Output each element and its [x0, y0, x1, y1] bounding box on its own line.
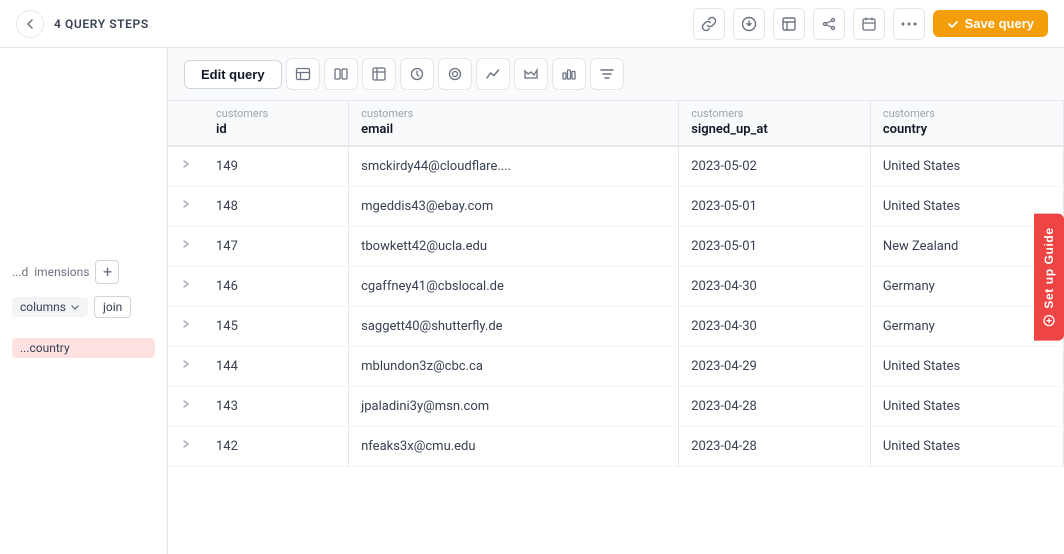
col-header-signed-up-at: customers signed_up_at [679, 101, 871, 146]
country-filter-pill[interactable]: ...country [12, 338, 155, 358]
donut-chart-button[interactable] [438, 58, 472, 90]
link-icon-button[interactable] [693, 8, 725, 40]
cell-signed_up_at: 2023-05-01 [679, 226, 871, 266]
cell-id: 148 [204, 186, 349, 226]
bar-chart-button[interactable] [552, 58, 586, 90]
row-expand-cell[interactable] [168, 226, 204, 266]
cell-country: United States [870, 386, 1063, 426]
cell-email: smckirdy44@cloudflare.... [349, 146, 679, 186]
pivot-button[interactable] [362, 58, 396, 90]
schedule-button[interactable] [853, 8, 885, 40]
cell-id: 147 [204, 226, 349, 266]
cell-signed_up_at: 2023-04-28 [679, 386, 871, 426]
table-row: 143jpaladini3y@msn.com2023-04-28United S… [168, 386, 1064, 426]
download-icon-button[interactable] [733, 8, 765, 40]
toolbar: Edit query [168, 48, 1064, 101]
table-row: 148mgeddis43@ebay.com2023-05-01United St… [168, 186, 1064, 226]
sort-filter-button[interactable] [590, 58, 624, 90]
cell-email: jpaladini3y@msn.com [349, 386, 679, 426]
columns-display-button[interactable] [324, 58, 358, 90]
cell-id: 143 [204, 386, 349, 426]
cell-id: 146 [204, 266, 349, 306]
table-row: 145saggett40@shutterfly.de2023-04-30Germ… [168, 306, 1064, 346]
table-row: 142nfeaks3x@cmu.edu2023-04-28United Stat… [168, 426, 1064, 466]
cell-email: mgeddis43@ebay.com [349, 186, 679, 226]
cell-signed_up_at: 2023-04-28 [679, 426, 871, 466]
table-row: 144mblundon3z@cbc.ca2023-04-29United Sta… [168, 346, 1064, 386]
row-expand-cell[interactable] [168, 426, 204, 466]
dimensions-label: ...dimensions + [12, 260, 155, 284]
cell-country: United States [870, 146, 1063, 186]
row-expand-cell[interactable] [168, 346, 204, 386]
content-area: Edit query [168, 48, 1064, 554]
row-expand-cell[interactable] [168, 186, 204, 226]
row-expand-cell[interactable] [168, 266, 204, 306]
history-button[interactable] [400, 58, 434, 90]
join-button[interactable]: join [94, 296, 131, 318]
main-layout: ...dimensions + columns join ...country [0, 48, 1064, 554]
cell-signed_up_at: 2023-05-02 [679, 146, 871, 186]
cell-id: 145 [204, 306, 349, 346]
row-expand-cell[interactable] [168, 386, 204, 426]
add-dimension-button[interactable]: + [95, 260, 119, 284]
setup-guide-wrapper: Set up Guide [1034, 213, 1064, 340]
share-button[interactable] [813, 8, 845, 40]
columns-button[interactable]: columns [12, 297, 88, 317]
save-query-button[interactable]: Save query [933, 10, 1048, 37]
cell-country: United States [870, 426, 1063, 466]
table-row: 146cgaffney41@cbslocal.de2023-04-30Germa… [168, 266, 1064, 306]
cell-email: saggett40@shutterfly.de [349, 306, 679, 346]
cell-email: nfeaks3x@cmu.edu [349, 426, 679, 466]
col-header-email: customers email [349, 101, 679, 146]
cell-signed_up_at: 2023-04-30 [679, 306, 871, 346]
cell-email: mblundon3z@cbc.ca [349, 346, 679, 386]
query-steps-label: 4 QUERY STEPS [54, 17, 149, 31]
col-header-country: customers country [870, 101, 1063, 146]
data-table-wrapper: customers id customers email customers s… [168, 101, 1064, 554]
table-row: 149smckirdy44@cloudflare....2023-05-02Un… [168, 146, 1064, 186]
cell-id: 144 [204, 346, 349, 386]
table-display-button[interactable] [286, 58, 320, 90]
row-expand-cell[interactable] [168, 306, 204, 346]
data-table: customers id customers email customers s… [168, 101, 1064, 467]
cell-email: tbowkett42@ucla.edu [349, 226, 679, 266]
country-filter-section: ...country [12, 338, 155, 358]
sidebar-dimensions-section: ...dimensions + [12, 260, 155, 284]
cell-signed_up_at: 2023-04-30 [679, 266, 871, 306]
cell-country: United States [870, 346, 1063, 386]
table-view-button[interactable] [773, 8, 805, 40]
cell-id: 149 [204, 146, 349, 186]
line-chart-button[interactable] [476, 58, 510, 90]
setup-guide-button[interactable]: Set up Guide [1034, 213, 1064, 340]
sidebar: ...dimensions + columns join ...country [0, 48, 168, 554]
col-header-id: customers id [204, 101, 349, 146]
more-options-button[interactable] [893, 8, 925, 40]
sidebar-controls: columns join [12, 296, 155, 318]
cell-email: cgaffney41@cbslocal.de [349, 266, 679, 306]
expand-column-header [168, 101, 204, 146]
cell-signed_up_at: 2023-05-01 [679, 186, 871, 226]
row-expand-cell[interactable] [168, 146, 204, 186]
edit-query-tab[interactable]: Edit query [184, 60, 282, 89]
top-bar-actions: Save query [693, 8, 1048, 40]
table-row: 147tbowkett42@ucla.edu2023-05-01New Zeal… [168, 226, 1064, 266]
top-bar: 4 QUERY STEPS [0, 0, 1064, 48]
table-header-row: customers id customers email customers s… [168, 101, 1064, 146]
collapse-sidebar-button[interactable] [16, 10, 44, 38]
area-chart-button[interactable] [514, 58, 548, 90]
cell-signed_up_at: 2023-04-29 [679, 346, 871, 386]
cell-id: 142 [204, 426, 349, 466]
